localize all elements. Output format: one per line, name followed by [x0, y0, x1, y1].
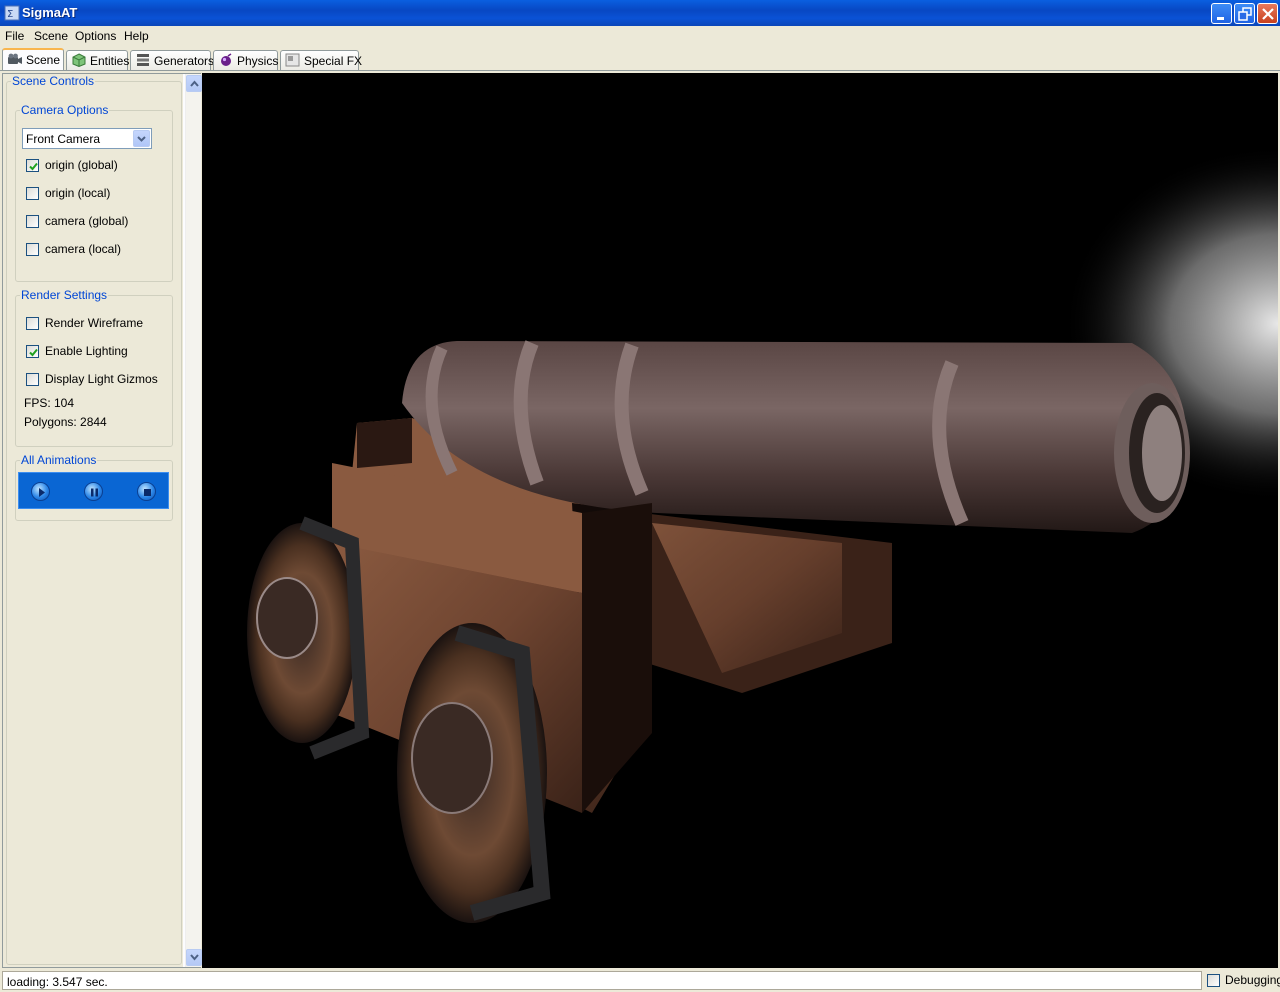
- render-viewport[interactable]: [202, 73, 1278, 968]
- chevron-up-icon: [190, 80, 199, 87]
- camera-options-title: Camera Options: [20, 103, 110, 117]
- checkbox-box[interactable]: [26, 317, 39, 330]
- tab-scene[interactable]: Scene: [2, 48, 64, 71]
- tab-physics[interactable]: Physics: [213, 50, 278, 70]
- tab-entities[interactable]: Entities: [66, 50, 129, 70]
- check-icon: [29, 162, 38, 171]
- play-icon: [39, 488, 45, 497]
- close-button[interactable]: [1257, 3, 1278, 24]
- window-title: SigmaAT: [22, 5, 78, 20]
- checkbox-box[interactable]: [26, 187, 39, 200]
- tab-generators[interactable]: Generators: [130, 50, 214, 70]
- camera-select[interactable]: Front Camera: [22, 128, 152, 149]
- camera-select-value: Front Camera: [26, 132, 101, 146]
- status-bar: loading: 3.547 sec. Debugging: [0, 969, 1280, 992]
- scroll-up-button[interactable]: [186, 75, 202, 92]
- animation-controls: [18, 472, 169, 509]
- status-field: loading: 3.547 sec.: [2, 971, 1202, 990]
- menu-file[interactable]: File: [5, 28, 24, 44]
- restore-button[interactable]: [1234, 3, 1255, 24]
- svg-text:Σ: Σ: [7, 9, 13, 20]
- checkbox-box[interactable]: [26, 243, 39, 256]
- physics-icon: [221, 53, 232, 66]
- menu-scene[interactable]: Scene: [34, 28, 68, 44]
- chevron-down-icon: [190, 954, 199, 961]
- chevron-down-icon[interactable]: [133, 130, 150, 147]
- close-icon: [1262, 8, 1274, 20]
- checkbox-box[interactable]: [26, 215, 39, 228]
- check-icon: [29, 348, 38, 357]
- tab-strip: Scene Entities Generators Physics Specia…: [0, 46, 1280, 72]
- pause-icon: [91, 488, 98, 497]
- menu-options[interactable]: Options: [75, 28, 116, 44]
- checkbox-box[interactable]: [1207, 974, 1220, 987]
- menu-help[interactable]: Help: [124, 28, 149, 44]
- all-animations-group: All Animations: [15, 453, 173, 521]
- tab-divider: [0, 70, 1280, 71]
- play-button[interactable]: [31, 482, 50, 501]
- cannon-scene: [202, 73, 1278, 968]
- scroll-down-button[interactable]: [186, 949, 202, 966]
- generator-icon: [137, 54, 149, 66]
- scene-panel: Scene Controls Camera Options Front Came…: [2, 73, 202, 968]
- tab-special-fx[interactable]: Special FX: [280, 50, 362, 70]
- minimize-icon: [1217, 17, 1224, 20]
- checkbox-box[interactable]: [26, 373, 39, 386]
- fps-readout: FPS: 104: [24, 396, 75, 410]
- menu-bar: File Scene Options Help: [0, 26, 1280, 46]
- fx-icon: [285, 53, 300, 67]
- scene-controls-area: Scene Controls Camera Options Front Came…: [3, 74, 183, 967]
- debugging-checkbox[interactable]: Debugging: [1207, 973, 1280, 989]
- checkbox-box[interactable]: [26, 159, 39, 172]
- panel-scrollbar[interactable]: [185, 74, 202, 967]
- status-text: loading: 3.547 sec.: [7, 975, 108, 989]
- render-settings-title: Render Settings: [20, 288, 109, 302]
- polygons-readout: Polygons: 2844: [24, 415, 107, 429]
- render-settings-group: Render Settings Render Wireframe Enable …: [15, 288, 173, 447]
- cube-icon: [72, 53, 86, 67]
- title-bar: Σ SigmaAT: [0, 0, 1280, 26]
- checkbox-box[interactable]: [26, 345, 39, 358]
- scene-controls-group: Scene Controls Camera Options Front Came…: [6, 74, 182, 965]
- scene-controls-title: Scene Controls: [11, 74, 96, 88]
- stop-button[interactable]: [137, 482, 156, 501]
- stop-icon: [144, 489, 151, 496]
- app-icon: Σ: [4, 5, 20, 21]
- pause-button[interactable]: [84, 482, 103, 501]
- minimize-button[interactable]: [1211, 3, 1232, 24]
- all-animations-title: All Animations: [20, 453, 98, 467]
- restore-icon: [1238, 7, 1252, 21]
- camera-icon: [8, 53, 22, 64]
- camera-options-group: Camera Options Front Camera origin (glob…: [15, 103, 173, 282]
